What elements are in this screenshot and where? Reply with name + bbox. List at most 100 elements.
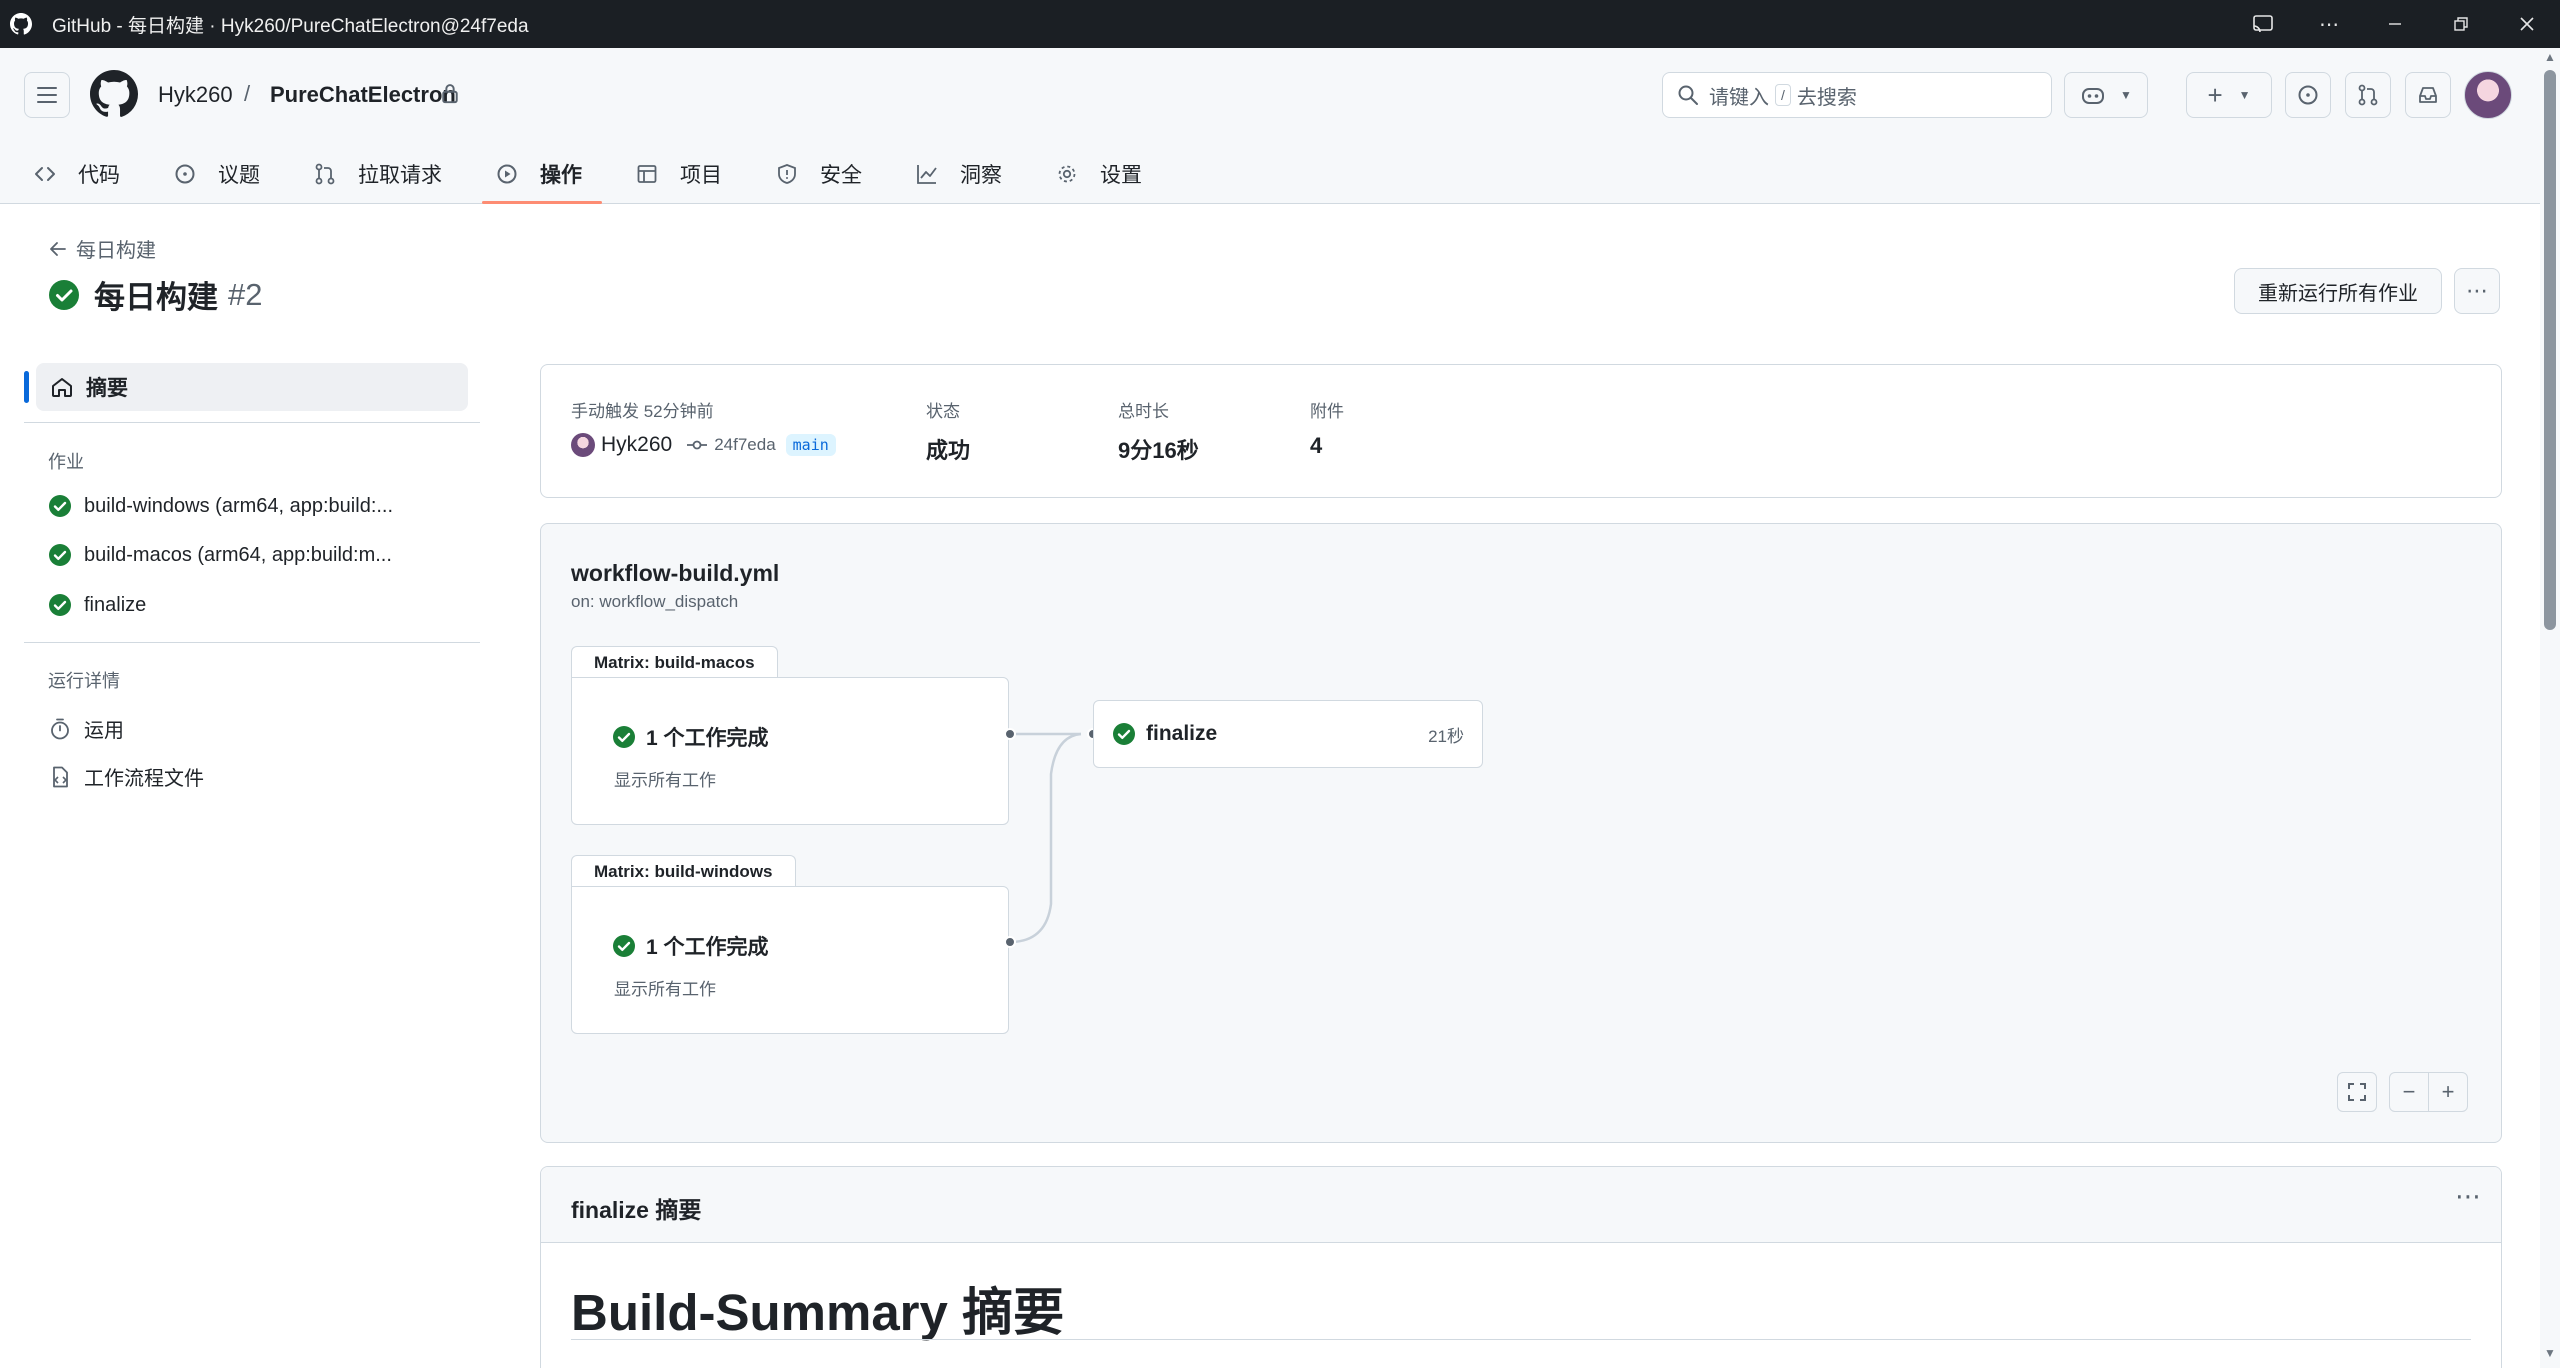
workflow-trigger: on: workflow_dispatch (571, 592, 739, 611)
rerun-all-jobs-button[interactable]: 重新运行所有作业 (2234, 268, 2442, 314)
graph-connectors (1009, 732, 1082, 944)
sidebar-item-usage[interactable]: 运用 (48, 714, 124, 743)
tab-label: 操作 (540, 164, 582, 187)
pull-request-icon (2358, 84, 2378, 106)
job-name: finalize (1146, 722, 1218, 745)
job-node-finalize[interactable]: finalize 21秒 (1093, 700, 1483, 768)
breadcrumb-separator: / (244, 81, 251, 106)
page-scrollbar[interactable]: ▲ ▼ (2540, 48, 2560, 1368)
sidebar-item-summary[interactable]: 摘要 (24, 363, 468, 411)
search-placeholder-suffix: 去搜索 (1796, 86, 1857, 109)
inbox-button[interactable] (2405, 72, 2451, 118)
actor-avatar[interactable] (571, 433, 595, 457)
tab-pull-requests[interactable]: 拉取请求 (300, 144, 462, 204)
scrollbar-thumb[interactable] (2544, 70, 2556, 630)
jobs-heading: 作业 (48, 452, 84, 472)
home-icon (52, 378, 72, 397)
summary-divider (571, 1339, 2471, 1340)
job-summary-card: finalize 摘要 ⋯ Build-Summary 摘要 (540, 1166, 2502, 1368)
create-new-button[interactable]: + ▼ (2186, 72, 2272, 118)
tab-label: 拉取请求 (358, 164, 442, 187)
branch-label[interactable]: main (785, 434, 836, 456)
sidebar-job-build-windows[interactable]: build-windows (arm64, app:build:... (48, 494, 393, 518)
page-title: 每日构建 #2 (48, 272, 262, 317)
screen-full-icon (2348, 1083, 2366, 1101)
run-menu-button[interactable]: ⋯ (2454, 268, 2500, 314)
fullscreen-button[interactable] (2337, 1072, 2377, 1112)
zoom-out-button[interactable]: − (2389, 1072, 2429, 1112)
arrow-left-icon (50, 241, 66, 256)
stopwatch-icon (51, 718, 69, 739)
back-to-workflow-link[interactable]: 每日构建 (48, 234, 156, 263)
inbox-icon (2419, 87, 2437, 103)
check-circle-fill-icon (613, 726, 635, 748)
tab-settings[interactable]: 设置 (1042, 144, 1162, 204)
matrix-build-windows[interactable]: 1 个工作完成 显示所有工作 (571, 886, 1009, 1034)
kebab-horizontal-icon[interactable]: ⋯ (2455, 1181, 2481, 1212)
artifacts-value[interactable]: 4 (1310, 433, 1322, 459)
sidebar-divider (24, 642, 480, 643)
plus-icon: + (2207, 79, 2223, 110)
minimize-button[interactable] (2362, 0, 2428, 48)
workflow-graph: workflow-build.yml on: workflow_dispatch… (540, 523, 2502, 1143)
show-all-jobs-link[interactable]: 显示所有工作 (614, 766, 716, 791)
check-circle-fill-icon (49, 279, 79, 310)
workflow-file-name: workflow-build.yml (571, 560, 780, 586)
sidebar-item-label: 运用 (84, 720, 124, 742)
sidebar-job-label: finalize (84, 593, 147, 616)
actor-name[interactable]: Hyk260 (601, 433, 672, 457)
github-mark-icon[interactable] (90, 70, 138, 118)
sidebar-item-workflow-file[interactable]: 工作流程文件 (48, 762, 204, 791)
matrix-status: 1 个工作完成 (612, 931, 769, 961)
check-circle-fill-icon (1113, 723, 1135, 745)
zoom-in-button[interactable]: + (2428, 1072, 2468, 1112)
file-code-icon (53, 766, 68, 787)
scroll-up-icon[interactable]: ▲ (2542, 50, 2558, 66)
show-all-jobs-link[interactable]: 显示所有工作 (614, 975, 716, 1000)
search-input[interactable]: 请键入 / 去搜索 (1662, 72, 2052, 118)
tab-actions[interactable]: 操作 (482, 144, 602, 204)
graph-icon (917, 165, 937, 184)
restore-button[interactable] (2428, 0, 2494, 48)
pull-requests-button[interactable] (2345, 72, 2391, 118)
tab-label: 设置 (1100, 164, 1142, 187)
shield-icon (778, 164, 796, 184)
issue-icon (175, 164, 195, 184)
menu-button[interactable] (24, 72, 70, 118)
tab-insights[interactable]: 洞察 (902, 144, 1022, 204)
copilot-button[interactable]: ▼ (2064, 72, 2148, 118)
run-title-text: 每日构建 (94, 280, 218, 315)
user-avatar[interactable] (2464, 71, 2512, 119)
tab-issues[interactable]: 议题 (160, 144, 280, 204)
breadcrumb-owner[interactable]: Hyk260 (158, 82, 233, 108)
tab-security[interactable]: 安全 (762, 144, 882, 204)
lock-icon (442, 84, 458, 104)
copilot-icon (2082, 88, 2105, 104)
table-icon (637, 165, 657, 183)
close-button[interactable] (2494, 0, 2560, 48)
matrix-done-label: 1 个工作完成 (646, 727, 769, 750)
chevron-down-icon: ▼ (2238, 88, 2251, 102)
check-circle-fill-icon (49, 495, 71, 517)
cast-icon[interactable] (2230, 0, 2296, 48)
commit-sha[interactable]: 24f7eda (714, 435, 775, 455)
artifacts-label: 附件 (1310, 402, 1344, 421)
issue-opened-icon (2298, 85, 2318, 105)
window-titlebar: GitHub - 每日构建 · Hyk260/PureChatElectron@… (0, 0, 2560, 48)
scroll-down-icon[interactable]: ▼ (2542, 1346, 2558, 1362)
status-label: 状态 (926, 402, 960, 421)
window-title: GitHub - 每日构建 · Hyk260/PureChatElectron@… (52, 15, 529, 37)
more-options-icon[interactable]: ⋯ (2296, 0, 2362, 48)
issues-button[interactable] (2285, 72, 2331, 118)
sidebar-job-build-macos[interactable]: build-macos (arm64, app:build:m... (48, 543, 392, 567)
tab-projects[interactable]: 项目 (622, 144, 742, 204)
breadcrumb-repo[interactable]: PureChatElectron (270, 82, 456, 108)
sidebar-divider (24, 422, 480, 423)
tab-code[interactable]: 代码 (20, 144, 140, 204)
run-details-heading: 运行详情 (48, 671, 120, 691)
job-summary-header: finalize 摘要 ⋯ (541, 1167, 2501, 1243)
sidebar-job-finalize[interactable]: finalize (48, 593, 146, 617)
hamburger-icon (37, 87, 57, 103)
matrix-build-macos[interactable]: 1 个工作完成 显示所有工作 (571, 677, 1009, 825)
repo-tabs: 代码 议题 拉取请求 操作 项目 安全 洞察 设置 (0, 144, 1162, 204)
